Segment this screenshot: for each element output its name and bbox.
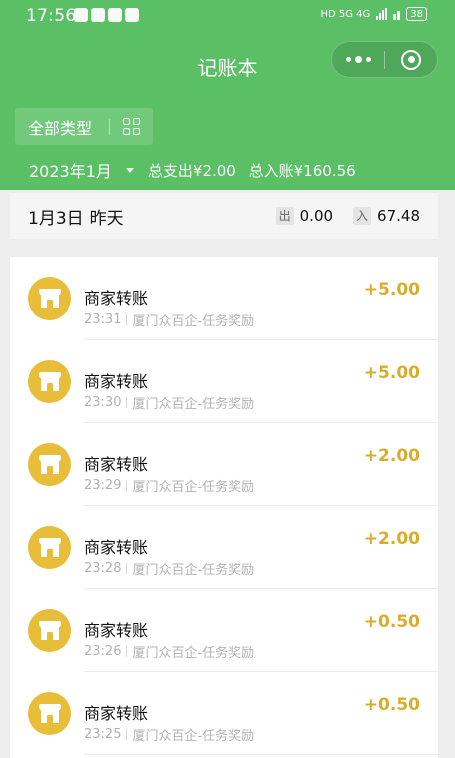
day-date: 1月3日 昨天 xyxy=(28,204,124,229)
day-income: 入 67.48 xyxy=(353,207,420,225)
notification-app-icon xyxy=(125,8,139,22)
wifi-icon xyxy=(393,8,401,20)
day-date-text: 1月3日 xyxy=(28,208,84,229)
transaction-source: 厦门众百企-任务奖励 xyxy=(132,729,255,744)
month-summary: 2023年1月 总支出¥2.00 总入账¥160.56 xyxy=(29,158,356,182)
close-circle-icon[interactable] xyxy=(385,42,437,77)
transaction-meta: 23:30 厦门众百企-任务奖励 xyxy=(84,393,254,412)
transaction-title: 商家转账 xyxy=(84,289,149,308)
transaction-time: 23:31 xyxy=(84,312,122,327)
in-tag: 入 xyxy=(353,207,372,225)
miniprogram-capsule xyxy=(331,41,438,78)
transaction-title: 商家转账 xyxy=(84,704,149,723)
status-indicators: HD 5G 4G 38 xyxy=(320,7,427,21)
total-expense: 总支出¥2.00 xyxy=(147,161,236,180)
transaction-title: 商家转账 xyxy=(84,621,149,640)
battery-icon: 38 xyxy=(406,7,427,21)
notification-app-icon xyxy=(91,8,105,22)
list-item[interactable]: 商家转账 23:25 厦门众百企-任务奖励 +0.50 xyxy=(10,672,438,755)
transaction-source: 厦门众百企-任务奖励 xyxy=(132,480,255,495)
type-filter-button[interactable]: 全部类型 xyxy=(15,108,153,145)
transaction-source: 厦门众百企-任务奖励 xyxy=(132,646,255,661)
shop-icon xyxy=(28,526,71,569)
transaction-amount: +2.00 xyxy=(363,529,420,549)
transaction-amount: +0.50 xyxy=(363,612,420,632)
transaction-time: 23:30 xyxy=(84,395,122,410)
transaction-time: 23:28 xyxy=(84,561,122,576)
network-indicator-text: HD 5G 4G xyxy=(320,8,371,20)
day-expense-value: 0.00 xyxy=(299,207,334,225)
list-item[interactable]: 商家转账 23:29 厦门众百企-任务奖励 +2.00 xyxy=(10,423,438,506)
transaction-amount: +5.00 xyxy=(363,363,420,383)
transaction-source: 厦门众百企-任务奖励 xyxy=(132,563,255,578)
notification-app-icon xyxy=(74,8,88,22)
notification-app-icon xyxy=(108,8,122,22)
transaction-time: 23:25 xyxy=(84,727,122,742)
status-time: 17:56 xyxy=(26,6,77,26)
transaction-title: 商家转账 xyxy=(84,372,149,391)
transaction-amount: +5.00 xyxy=(363,280,420,300)
shop-icon xyxy=(28,609,71,652)
grid-icon[interactable] xyxy=(110,118,153,135)
transaction-time: 23:29 xyxy=(84,478,122,493)
signal-icon xyxy=(376,8,388,20)
more-icon[interactable] xyxy=(332,42,384,77)
shop-icon xyxy=(28,360,71,403)
day-relative: 昨天 xyxy=(89,208,124,229)
transaction-list: 商家转账 23:31 厦门众百企-任务奖励 +5.00 商家转账 23:30 厦门众… xyxy=(10,257,438,758)
day-header: 1月3日 昨天 出 0.00 入 67.48 xyxy=(10,193,438,239)
transaction-meta: 23:29 厦门众百企-任务奖励 xyxy=(84,476,254,495)
month-selector[interactable]: 2023年1月 xyxy=(29,158,112,182)
transaction-meta: 23:26 厦门众百企-任务奖励 xyxy=(84,642,254,661)
shop-icon xyxy=(28,692,71,735)
total-income: 总入账¥160.56 xyxy=(248,161,356,180)
list-item[interactable]: 商家转账 23:28 厦门众百企-任务奖励 +2.00 xyxy=(10,506,438,589)
day-expense: 出 0.00 xyxy=(275,207,334,225)
transaction-amount: +0.50 xyxy=(363,695,420,715)
transaction-time: 23:26 xyxy=(84,644,122,659)
day-income-value: 67.48 xyxy=(377,207,420,225)
transaction-meta: 23:28 厦门众百企-任务奖励 xyxy=(84,559,254,578)
chevron-down-icon[interactable] xyxy=(125,167,134,173)
battery-level: 38 xyxy=(410,8,423,20)
transaction-meta: 23:31 厦门众百企-任务奖励 xyxy=(84,310,254,329)
type-filter-label: 全部类型 xyxy=(28,118,93,138)
list-item[interactable]: 商家转账 23:30 厦门众百企-任务奖励 +5.00 xyxy=(10,340,438,423)
month-totals: 总支出¥2.00 总入账¥160.56 xyxy=(148,160,356,181)
notification-icons xyxy=(74,8,139,22)
shop-icon xyxy=(28,277,71,320)
divider xyxy=(84,754,438,755)
list-item[interactable]: 商家转账 23:26 厦门众百企-任务奖励 +0.50 xyxy=(10,589,438,672)
transaction-source: 厦门众百企-任务奖励 xyxy=(132,397,255,412)
transaction-title: 商家转账 xyxy=(84,455,149,474)
transaction-amount: +2.00 xyxy=(363,446,420,466)
transaction-title: 商家转账 xyxy=(84,538,149,557)
shop-icon xyxy=(28,443,71,486)
list-item[interactable]: 商家转账 23:31 厦门众百企-任务奖励 +5.00 xyxy=(10,257,438,340)
day-stats: 出 0.00 入 67.48 xyxy=(275,207,420,225)
transaction-meta: 23:25 厦门众百企-任务奖励 xyxy=(84,725,254,744)
transaction-source: 厦门众百企-任务奖励 xyxy=(132,314,255,329)
status-bar: 17:56 HD 5G 4G 38 xyxy=(0,0,455,32)
out-tag: 出 xyxy=(275,207,294,225)
